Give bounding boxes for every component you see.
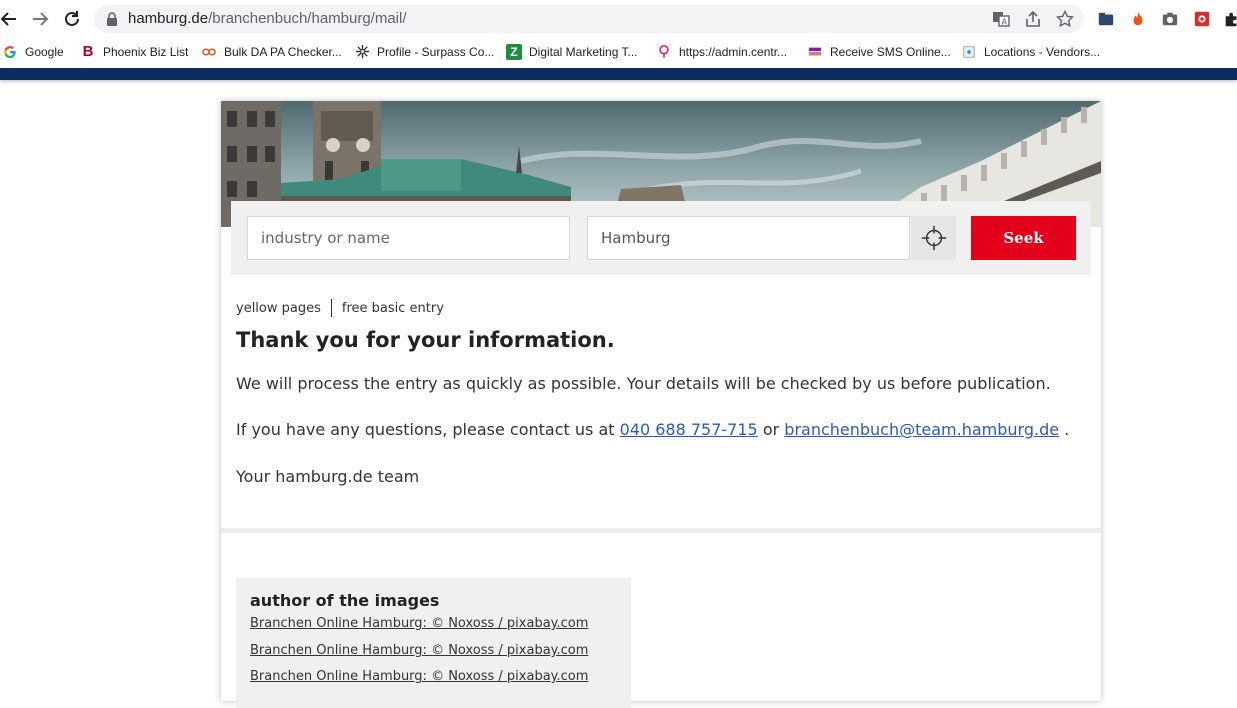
url-path: /branchenbuch/hamburg/mail/ [208, 10, 407, 27]
pin-icon [656, 44, 672, 60]
bookmark-label: Receive SMS Online... [830, 44, 951, 59]
browser-toolbar: hamburg.de/branchenbuch/hamburg/mail/ A [0, 0, 1237, 38]
bookmark-label: Digital Marketing T... [529, 44, 638, 59]
bookmark-z-logo-icon: Z [506, 43, 522, 60]
bookmark-phoenix-biz-list[interactable]: B Phoenix Biz List [80, 42, 189, 61]
asterisk-icon [354, 44, 370, 60]
bookmarks-bar: Google B Phoenix Biz List Bulk DA PA Che… [0, 38, 1237, 65]
forward-button[interactable] [27, 6, 53, 32]
sms-icon [807, 44, 823, 60]
locate-me-button[interactable] [911, 216, 956, 260]
svg-text:A: A [1002, 18, 1008, 27]
seek-button[interactable]: Seek [971, 216, 1076, 260]
breadcrumb: yellow pages free basic entry [236, 299, 444, 317]
image-credit-link[interactable]: Branchen Online Hamburg: © Noxoss / pixa… [250, 643, 588, 658]
bookmark-google[interactable]: Google [2, 42, 64, 61]
industry-field-wrap [247, 216, 570, 260]
image-credits-title: author of the images [250, 591, 440, 610]
arrow-right-icon [33, 12, 49, 26]
lock-icon [107, 12, 117, 26]
link-icon [201, 44, 217, 60]
section-divider [221, 528, 1101, 533]
image-credit-link[interactable]: Branchen Online Hamburg: © Noxoss / pixa… [250, 616, 588, 631]
share-icon[interactable] [1024, 10, 1042, 28]
reload-button[interactable] [59, 6, 85, 32]
reload-icon [65, 11, 79, 26]
signoff-text: Your hamburg.de team [236, 467, 420, 486]
bookmark-profile-surpass[interactable]: Profile - Surpass Co... [354, 42, 494, 61]
industry-input[interactable] [248, 217, 569, 259]
image-credits-box: author of the images Branchen Online Ham… [236, 578, 631, 708]
bookmark-receive-sms[interactable]: Receive SMS Online... [807, 42, 951, 61]
contact-prefix: If you have any questions, please contac… [236, 420, 615, 439]
bookmark-b-logo-icon: B [82, 43, 94, 60]
bookmark-label: https://admin.centr... [679, 44, 788, 59]
breadcrumb-yellow-pages[interactable]: yellow pages [236, 301, 321, 316]
extension-record-icon[interactable] [1192, 9, 1212, 29]
translate-icon[interactable]: A [992, 10, 1010, 28]
page-icon [961, 44, 977, 60]
bookmark-label: Phoenix Biz List [103, 44, 189, 59]
breadcrumb-separator [330, 299, 332, 317]
arrow-left-icon [0, 12, 16, 26]
extension-fire-icon[interactable] [1128, 9, 1148, 29]
location-field-wrap [587, 216, 910, 260]
contact-message: If you have any questions, please contac… [236, 420, 1069, 439]
extensions-puzzle-icon[interactable] [1222, 9, 1237, 29]
bookmark-label: Bulk DA PA Checker... [224, 44, 342, 59]
url-host: hamburg.de [128, 10, 209, 27]
bookmark-label: Profile - Surpass Co... [377, 44, 495, 59]
bookmark-digital-marketing[interactable]: Z Digital Marketing T... [506, 42, 638, 61]
processing-message: We will process the entry as quickly as … [236, 374, 1051, 393]
address-bar[interactable]: hamburg.de/branchenbuch/hamburg/mail/ A [94, 5, 1084, 33]
email-link[interactable]: branchenbuch@team.hamburg.de [784, 420, 1059, 439]
bookmark-label: Google [25, 44, 64, 59]
extension-camera-icon[interactable] [1160, 9, 1180, 29]
search-bar: Seek [231, 201, 1091, 275]
location-input[interactable] [588, 217, 909, 259]
extension-folder-icon[interactable] [1096, 9, 1116, 29]
bookmark-label: Locations - Vendors... [984, 44, 1101, 59]
crosshair-icon [921, 225, 946, 251]
contact-or: or [762, 420, 780, 439]
contact-suffix: . [1064, 420, 1070, 439]
star-icon[interactable] [1056, 10, 1074, 28]
bookmark-admin-centr[interactable]: https://admin.centr... [656, 42, 787, 61]
image-credit-link[interactable]: Branchen Online Hamburg: © Noxoss / pixa… [250, 669, 588, 684]
back-button[interactable] [0, 6, 22, 32]
content-card: Seek yellow pages free basic entry Thank… [221, 101, 1101, 708]
google-icon [2, 44, 18, 60]
breadcrumb-free-basic-entry[interactable]: free basic entry [342, 301, 444, 316]
phone-link[interactable]: 040 688 757-715 [620, 420, 758, 439]
site-header-bar [0, 68, 1237, 80]
bookmark-locations-vendors[interactable]: Locations - Vendors... [961, 42, 1100, 61]
page-title: Thank you for your information. [236, 328, 615, 352]
url-text: hamburg.de/branchenbuch/hamburg/mail/ [128, 10, 407, 27]
bookmark-bulk-da-pa[interactable]: Bulk DA PA Checker... [201, 42, 342, 61]
